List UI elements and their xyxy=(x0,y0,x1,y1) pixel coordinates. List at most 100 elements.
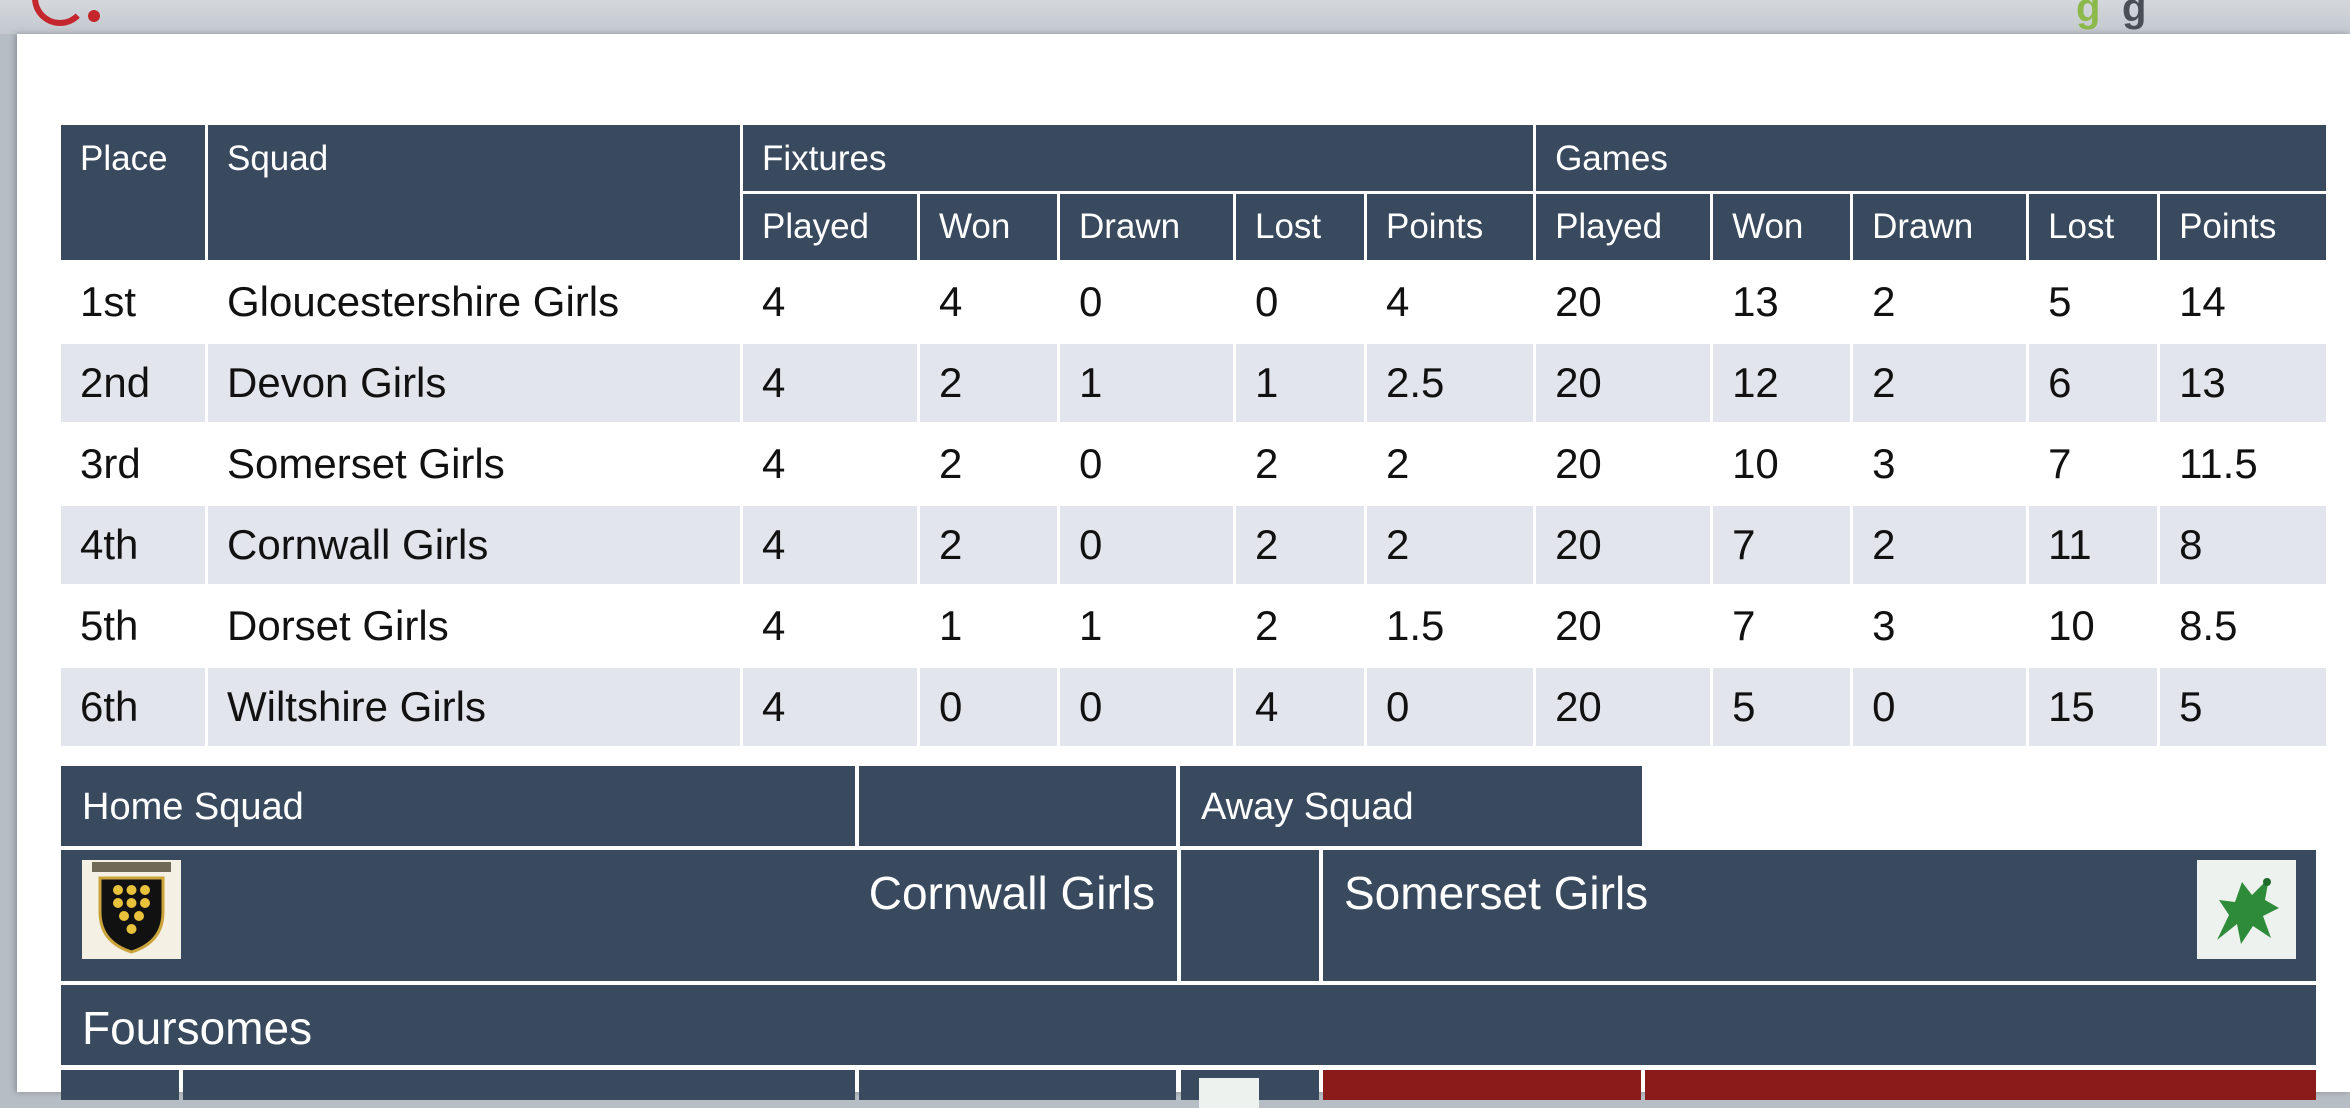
cell-g-played: 20 xyxy=(1536,506,1711,584)
cell-place: 4th xyxy=(61,506,205,584)
cell-g-played: 20 xyxy=(1536,263,1711,341)
fixtures-subheader: Played xyxy=(743,194,917,260)
cell-g-played: 20 xyxy=(1536,344,1711,422)
home-squad-header: Home Squad xyxy=(61,766,855,846)
vs-cell xyxy=(1181,850,1319,981)
table-row[interactable]: 2nd Devon Girls 4 2 1 1 2.5 20 12 2 6 13 xyxy=(61,344,2327,422)
cell-f-lost: 2 xyxy=(1236,425,1364,503)
cell-place: 5th xyxy=(61,587,205,665)
away-squad-header: Away Squad xyxy=(1180,766,1642,846)
cell-f-points: 1.5 xyxy=(1367,587,1534,665)
cell-g-points: 8.5 xyxy=(2160,587,2327,665)
fixtures-subheader: Points xyxy=(1367,194,1534,260)
header-games: Games xyxy=(1536,125,2327,191)
cell-f-drawn: 0 xyxy=(1060,425,1233,503)
fixture-cell-1 xyxy=(61,1070,179,1100)
top-banner: g g xyxy=(0,0,2350,34)
cell-g-points: 13 xyxy=(2160,344,2327,422)
cell-g-points: 5 xyxy=(2160,668,2327,746)
cell-g-played: 20 xyxy=(1536,425,1711,503)
cell-g-drawn: 2 xyxy=(1853,263,2027,341)
cell-g-lost: 7 xyxy=(2029,425,2158,503)
cell-f-lost: 0 xyxy=(1236,263,1364,341)
cell-f-lost: 1 xyxy=(1236,344,1364,422)
cell-place: 3rd xyxy=(61,425,205,503)
result-cell-2 xyxy=(1645,1070,2316,1100)
cell-place: 6th xyxy=(61,668,205,746)
cell-squad: Dorset Girls xyxy=(208,587,740,665)
header-squad: Squad xyxy=(208,125,740,260)
cell-g-lost: 15 xyxy=(2029,668,2158,746)
cell-g-lost: 10 xyxy=(2029,587,2158,665)
cell-f-points: 0 xyxy=(1367,668,1534,746)
cell-g-points: 11.5 xyxy=(2160,425,2327,503)
cell-f-played: 4 xyxy=(743,344,917,422)
brand-glyph-grey: g xyxy=(2122,0,2147,30)
cell-g-drawn: 3 xyxy=(1853,425,2027,503)
cell-f-won: 2 xyxy=(920,425,1057,503)
cell-f-won: 2 xyxy=(920,506,1057,584)
cell-g-won: 12 xyxy=(1713,344,1851,422)
games-subheader: Points xyxy=(2160,194,2327,260)
cell-place: 2nd xyxy=(61,344,205,422)
cell-g-won: 7 xyxy=(1713,506,1851,584)
cell-g-drawn: 2 xyxy=(1853,506,2027,584)
cell-f-drawn: 0 xyxy=(1060,506,1233,584)
games-subheader: Won xyxy=(1713,194,1851,260)
header-spacer xyxy=(859,766,1176,846)
games-subheader: Lost xyxy=(2029,194,2158,260)
standings-table: Place Squad Fixtures Games Played Won Draw… xyxy=(58,122,2329,749)
games-subheader: Played xyxy=(1536,194,1711,260)
fixture-cell-4 xyxy=(1181,1070,1319,1108)
games-subheader: Drawn xyxy=(1853,194,2027,260)
cell-squad: Devon Girls xyxy=(208,344,740,422)
home-squad-label: Home Squad xyxy=(82,786,304,828)
fixtures-subheader: Lost xyxy=(1236,194,1364,260)
cell-g-won: 10 xyxy=(1713,425,1851,503)
result-cell-1 xyxy=(1323,1070,1641,1100)
cell-f-lost: 2 xyxy=(1236,506,1364,584)
cell-g-won: 5 xyxy=(1713,668,1851,746)
section-title: Foursomes xyxy=(82,1002,313,1054)
cell-f-played: 4 xyxy=(743,668,917,746)
cornwall-crest-icon xyxy=(82,860,181,959)
cell-squad: Wiltshire Girls xyxy=(208,668,740,746)
fixtures-subheader: Drawn xyxy=(1060,194,1233,260)
cell-f-points: 2 xyxy=(1367,506,1534,584)
cell-f-points: 4 xyxy=(1367,263,1534,341)
swirl-logo-icon[interactable] xyxy=(32,0,88,26)
cell-g-points: 8 xyxy=(2160,506,2327,584)
table-row[interactable]: 1st Gloucestershire Girls 4 4 0 0 4 20 13 2 5 14 xyxy=(61,263,2327,341)
away-squad-label: Away Squad xyxy=(1201,786,1414,828)
cell-f-won: 4 xyxy=(920,263,1057,341)
cell-f-played: 4 xyxy=(743,506,917,584)
section-header: Foursomes xyxy=(61,985,2316,1065)
cell-f-won: 1 xyxy=(920,587,1057,665)
cell-g-lost: 6 xyxy=(2029,344,2158,422)
cell-g-played: 20 xyxy=(1536,587,1711,665)
fixture-cell-3 xyxy=(859,1070,1176,1100)
cell-squad: Cornwall Girls xyxy=(208,506,740,584)
cell-f-drawn: 0 xyxy=(1060,263,1233,341)
cell-g-drawn: 0 xyxy=(1853,668,2027,746)
away-team-name: Somerset Girls xyxy=(1344,867,1649,919)
cell-f-points: 2 xyxy=(1367,425,1534,503)
cell-f-played: 4 xyxy=(743,263,917,341)
cell-g-won: 13 xyxy=(1713,263,1851,341)
cell-squad: Somerset Girls xyxy=(208,425,740,503)
header-fixtures: Fixtures xyxy=(743,125,1534,191)
logo-dot xyxy=(88,10,100,22)
cell-g-lost: 5 xyxy=(2029,263,2158,341)
cell-f-lost: 2 xyxy=(1236,587,1364,665)
cell-f-won: 2 xyxy=(920,344,1057,422)
table-row[interactable]: 4th Cornwall Girls 4 2 0 2 2 20 7 2 11 8 xyxy=(61,506,2327,584)
home-team-name: Cornwall Girls xyxy=(868,867,1155,919)
table-row[interactable]: 5th Dorset Girls 4 1 1 2 1.5 20 7 3 10 8.5 xyxy=(61,587,2327,665)
table-row[interactable]: 3rd Somerset Girls 4 2 0 2 2 20 10 3 7 11.5 xyxy=(61,425,2327,503)
cell-g-played: 20 xyxy=(1536,668,1711,746)
table-row[interactable]: 6th Wiltshire Girls 4 0 0 4 0 20 5 0 15 5 xyxy=(61,668,2327,746)
cell-f-drawn: 0 xyxy=(1060,668,1233,746)
cell-f-drawn: 1 xyxy=(1060,344,1233,422)
cell-g-lost: 11 xyxy=(2029,506,2158,584)
away-team-cell: Somerset Girls xyxy=(1323,850,2316,981)
